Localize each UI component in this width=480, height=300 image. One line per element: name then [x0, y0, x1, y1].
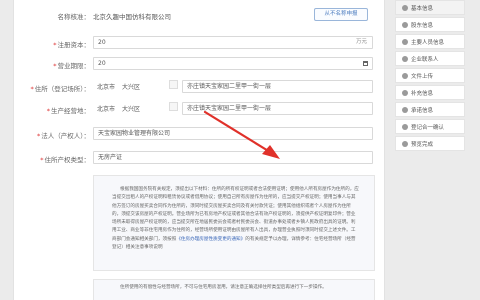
step-icon	[402, 107, 408, 113]
step-icon	[402, 124, 408, 130]
notice-box: 根据我国国务院有关规定，须提出以下材料：住所的所有权证明或者合法使用证明；使用他…	[93, 175, 375, 271]
notice-text: 根据我国国务院有关规定，须提出以下材料：住所的所有权证明或者合法使用证明；使用他…	[112, 187, 359, 251]
company-name-value: 北京久趣中国仿科有限公司	[93, 13, 171, 21]
production-label: *生产经营地：	[46, 107, 90, 115]
step-icon	[402, 56, 408, 62]
production-street-select[interactable]	[169, 102, 178, 111]
capital-input[interactable]: 20 万元	[93, 36, 373, 49]
sidebar-item-commitment[interactable]: 承诺信息	[395, 102, 465, 117]
legal-rep-row: *法人（产权人）： 天宝家园物业管理有限公司	[14, 126, 386, 144]
production-district[interactable]: 大兴区	[122, 104, 140, 113]
domicile-street-input[interactable]: 亦庄镇天宝家园二里甲一街一层	[182, 80, 373, 93]
domicile-province[interactable]: 北京市	[97, 82, 115, 91]
calendar-icon[interactable]	[363, 61, 368, 66]
production-province[interactable]: 北京市	[97, 104, 115, 113]
domicile-district[interactable]: 大兴区	[122, 82, 140, 91]
sidebar-item-contact[interactable]: 企业联系人	[395, 51, 465, 66]
company-name-label: 名称核准：	[57, 13, 91, 21]
property-nature-select[interactable]: 无房产证	[93, 151, 373, 164]
term-row: *营业期限： 20	[14, 56, 386, 74]
property-nature-label: *住所产权类型：	[40, 156, 90, 164]
legal-rep-label: *法人（产权人）：	[37, 132, 90, 140]
step-icon	[402, 73, 408, 79]
sidebar-item-upload[interactable]: 文件上传	[395, 68, 465, 83]
property-nature-row: *住所产权类型： 无房产证	[14, 150, 386, 168]
name-declare-button[interactable]: 从不名称申报	[314, 8, 368, 21]
sidebar-item-confirm[interactable]: 登记合一确认	[395, 119, 465, 134]
sidebar-item-shareholders[interactable]: 股东信息	[395, 17, 465, 32]
notice-text-2: 住所使用的有偿性与经营场所，不可与住宅用房混用，请注意正确选择住所类型后再进行下…	[120, 285, 327, 290]
production-row: *生产经营地： 北京市 大兴区 亦庄镇天宝家园二里甲一街一层	[14, 101, 386, 119]
step-icon	[402, 141, 408, 147]
production-street-input[interactable]: 亦庄镇天宝家园二里甲一街一层	[182, 102, 373, 115]
company-name-row: 名称核准： 北京久趣中国仿科有限公司 从不名称申报	[14, 7, 386, 25]
legal-rep-input[interactable]: 天宝家园物业管理有限公司	[93, 127, 373, 140]
notice-link[interactable]: 《住房办理房屋性质变更的通知》	[176, 237, 245, 242]
sidebar-item-personnel[interactable]: 主要人员信息	[395, 34, 465, 49]
step-icon	[402, 39, 408, 45]
capital-unit: 万元	[355, 39, 367, 45]
capital-row: *注册资本： 20 万元	[14, 35, 386, 53]
sidebar-item-preview[interactable]: 预览完成	[395, 136, 465, 151]
domicile-street-select[interactable]	[169, 80, 178, 89]
step-sidebar: 基本信息 股东信息 主要人员信息 企业联系人 文件上传 补充信息 承诺信息 登记…	[395, 0, 480, 300]
domicile-label: *住所（登记场所）：	[30, 85, 91, 93]
step-icon	[402, 5, 408, 11]
form-panel: 名称核准： 北京久趣中国仿科有限公司 从不名称申报 *注册资本： 20 万元 *…	[13, 0, 385, 300]
sidebar-item-supplement[interactable]: 补充信息	[395, 85, 465, 100]
notice-box-2: 住所使用的有偿性与经营场所，不可与住宅用房混用，请注意正确选择住所类型后再进行下…	[93, 279, 375, 300]
term-label: *营业期限：	[53, 62, 90, 70]
domicile-row: *住所（登记场所）： 北京市 大兴区 亦庄镇天宝家园二里甲一街一层	[14, 79, 386, 97]
capital-label: *注册资本：	[53, 41, 90, 49]
sidebar-item-basic[interactable]: 基本信息	[395, 0, 465, 15]
term-input[interactable]: 20	[93, 57, 373, 70]
step-icon	[402, 22, 408, 28]
step-icon	[402, 90, 408, 96]
